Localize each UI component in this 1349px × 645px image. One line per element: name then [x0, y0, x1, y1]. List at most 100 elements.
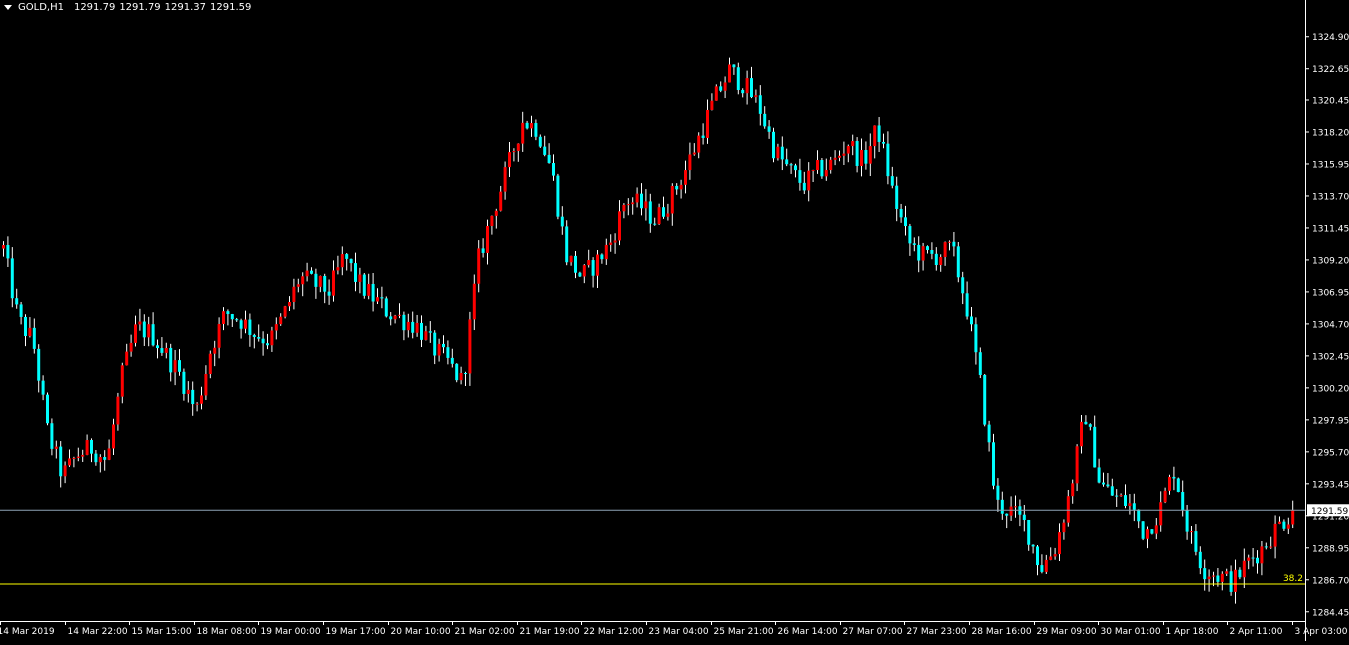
candle-body[interactable]: [1053, 554, 1057, 557]
candle-body[interactable]: [81, 454, 85, 457]
candle-body[interactable]: [442, 343, 445, 348]
candle-body[interactable]: [1014, 506, 1017, 508]
candle-body[interactable]: [1260, 546, 1264, 564]
candle-body[interactable]: [437, 343, 441, 356]
candle-body[interactable]: [305, 270, 309, 277]
candle-body[interactable]: [653, 223, 657, 225]
candle-body[interactable]: [609, 242, 613, 245]
candle-body[interactable]: [948, 241, 951, 243]
candle-body[interactable]: [886, 143, 890, 177]
candle-body[interactable]: [1216, 575, 1220, 582]
chart-area[interactable]: 38.2 1324.90 1322.65 1320.45 1318.20 1315.95…: [0, 0, 1349, 641]
candle-body[interactable]: [1181, 491, 1185, 511]
candle-body[interactable]: [116, 396, 120, 425]
candle-body[interactable]: [200, 395, 203, 404]
candle-body[interactable]: [789, 164, 793, 166]
candle-body[interactable]: [204, 373, 208, 396]
candle-body[interactable]: [112, 424, 115, 449]
candle-body[interactable]: [472, 283, 476, 320]
candle-body[interactable]: [411, 321, 415, 333]
candle-body[interactable]: [222, 311, 225, 324]
candle-body[interactable]: [90, 440, 93, 454]
candle-body[interactable]: [846, 146, 850, 154]
candle-body[interactable]: [160, 348, 164, 353]
candle-body[interactable]: [1141, 521, 1145, 539]
candle-body[interactable]: [508, 152, 511, 168]
candle-body[interactable]: [195, 403, 199, 405]
candle-body[interactable]: [503, 167, 507, 192]
candle-body[interactable]: [895, 185, 899, 209]
candle-body[interactable]: [860, 149, 863, 166]
candle-body[interactable]: [1005, 513, 1009, 516]
candle-body[interactable]: [173, 360, 177, 373]
candle-body[interactable]: [446, 347, 450, 358]
candle-body[interactable]: [50, 423, 54, 449]
candle-body[interactable]: [142, 321, 146, 338]
candle-body[interactable]: [1036, 546, 1039, 566]
candle-body[interactable]: [402, 314, 406, 331]
candle-body[interactable]: [648, 201, 652, 224]
candle-body[interactable]: [1044, 559, 1048, 572]
candle-body[interactable]: [1071, 483, 1075, 497]
candle-body[interactable]: [622, 204, 626, 212]
candle-body[interactable]: [1238, 569, 1242, 578]
candle-body[interactable]: [41, 380, 45, 395]
candle-body[interactable]: [252, 334, 256, 338]
candle-body[interactable]: [301, 276, 305, 285]
candle-body[interactable]: [125, 351, 129, 366]
candle-body[interactable]: [1269, 546, 1273, 548]
candle-body[interactable]: [490, 215, 494, 227]
candle-body[interactable]: [899, 208, 903, 218]
candle-body[interactable]: [574, 255, 577, 273]
candle-body[interactable]: [1264, 546, 1268, 548]
candle-body[interactable]: [1172, 476, 1176, 479]
candle-body[interactable]: [657, 207, 661, 225]
candle-body[interactable]: [640, 193, 643, 209]
candle-body[interactable]: [63, 465, 67, 477]
candle-body[interactable]: [283, 306, 287, 317]
candle-body[interactable]: [261, 338, 265, 344]
candle-body[interactable]: [1220, 573, 1224, 582]
candle-body[interactable]: [794, 165, 797, 171]
candle-body[interactable]: [1128, 503, 1132, 506]
candle-body[interactable]: [631, 202, 635, 205]
candle-body[interactable]: [613, 240, 617, 243]
candle-body[interactable]: [477, 248, 481, 284]
candle-body[interactable]: [538, 136, 542, 147]
candle-body[interactable]: [129, 342, 133, 352]
candle-body[interactable]: [578, 272, 582, 277]
candle-body[interactable]: [54, 446, 58, 449]
candle-body[interactable]: [6, 245, 10, 259]
candle-body[interactable]: [591, 260, 595, 276]
candle-body[interactable]: [318, 275, 322, 287]
candle-body[interactable]: [873, 125, 877, 147]
candle-body[interactable]: [1203, 568, 1207, 580]
candle-body[interactable]: [1176, 478, 1180, 492]
candle-body[interactable]: [547, 154, 551, 164]
candle-body[interactable]: [1062, 522, 1066, 533]
candle-body[interactable]: [688, 154, 692, 171]
candle-body[interactable]: [213, 347, 217, 354]
candle-body[interactable]: [151, 324, 155, 346]
candle-body[interactable]: [217, 323, 221, 348]
candle-body[interactable]: [371, 283, 375, 302]
candle-body[interactable]: [226, 311, 230, 315]
candle-body[interactable]: [1110, 486, 1114, 496]
candle-body[interactable]: [1093, 426, 1097, 468]
candle-body[interactable]: [1225, 571, 1229, 574]
candle-body[interactable]: [1066, 496, 1070, 523]
candle-body[interactable]: [1168, 476, 1171, 491]
candle-body[interactable]: [992, 442, 995, 486]
candle-body[interactable]: [758, 95, 762, 114]
candle-body[interactable]: [19, 304, 23, 317]
candle-body[interactable]: [780, 146, 784, 160]
candle-body[interactable]: [354, 263, 357, 282]
candle-body[interactable]: [138, 321, 142, 325]
candle-body[interactable]: [1282, 521, 1286, 529]
candle-body[interactable]: [1084, 421, 1088, 425]
candle-body[interactable]: [24, 316, 27, 337]
candle-body[interactable]: [965, 293, 969, 317]
candlestick-chart[interactable]: 38.2 1324.90 1322.65 1320.45 1318.20 1315.95…: [0, 0, 1349, 641]
candle-body[interactable]: [1146, 529, 1149, 539]
candle-body[interactable]: [244, 319, 247, 329]
